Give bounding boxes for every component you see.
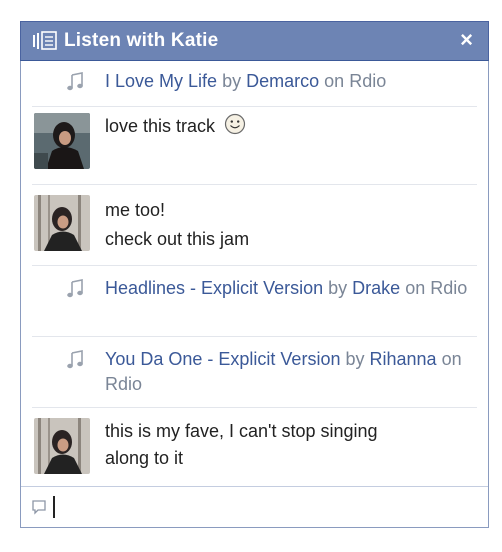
music-app-icon bbox=[32, 31, 58, 51]
message-text: me too! check out this jam bbox=[105, 185, 477, 254]
by-label: by bbox=[328, 278, 348, 298]
chat-composer[interactable] bbox=[21, 486, 488, 527]
message-text: this is my fave, I can't stop singing al… bbox=[105, 408, 477, 472]
avatar[interactable] bbox=[34, 113, 90, 169]
message-input[interactable] bbox=[55, 492, 488, 522]
message-text: love this track bbox=[105, 107, 477, 141]
song-link[interactable]: You Da One - Explicit Version bbox=[105, 349, 340, 369]
chat-window: Listen with Katie × I Love My Life by De… bbox=[20, 21, 489, 528]
message-line: check out this jam bbox=[105, 229, 250, 249]
track-text: Headlines - Explicit Version by Drake on… bbox=[105, 276, 477, 301]
song-link[interactable]: Headlines - Explicit Version bbox=[105, 278, 323, 298]
speech-bubble-icon bbox=[31, 499, 47, 515]
message-line: love this track bbox=[105, 116, 216, 136]
message-list[interactable]: I Love My Life by Demarco on Rdio love t… bbox=[21, 59, 488, 487]
chat-title: Listen with Katie bbox=[64, 30, 219, 51]
track-row: You Da One - Explicit Version by Rihanna… bbox=[32, 337, 477, 408]
on-label: on bbox=[324, 71, 345, 91]
by-label: by bbox=[222, 71, 242, 91]
chat-titlebar[interactable]: Listen with Katie × bbox=[20, 21, 489, 61]
music-note-icon bbox=[65, 72, 85, 92]
track-text: I Love My Life by Demarco on Rdio bbox=[105, 69, 477, 94]
artist-link[interactable]: Demarco bbox=[246, 71, 319, 91]
on-label: on bbox=[405, 278, 426, 298]
message-row: me too! check out this jam bbox=[32, 185, 477, 266]
message-row: love this track bbox=[32, 107, 477, 185]
message-line: this is my fave, I can't stop singing bbox=[105, 421, 378, 441]
music-note-icon bbox=[65, 350, 85, 370]
track-row: Headlines - Explicit Version by Drake on… bbox=[32, 266, 477, 337]
song-link[interactable]: I Love My Life bbox=[105, 71, 217, 91]
close-icon[interactable]: × bbox=[460, 28, 473, 52]
artist-link[interactable]: Drake bbox=[352, 278, 400, 298]
by-label: by bbox=[345, 349, 365, 369]
music-note-icon bbox=[65, 279, 85, 299]
on-label: on bbox=[441, 349, 462, 369]
message-row: this is my fave, I can't stop singing al… bbox=[32, 408, 477, 486]
track-text: You Da One - Explicit Version by Rihanna… bbox=[105, 347, 477, 397]
service-label[interactable]: Rdio bbox=[349, 71, 386, 91]
avatar[interactable] bbox=[34, 195, 90, 251]
avatar[interactable] bbox=[34, 418, 90, 474]
artist-link[interactable]: Rihanna bbox=[370, 349, 437, 369]
track-row: I Love My Life by Demarco on Rdio bbox=[32, 59, 477, 107]
service-label[interactable]: Rdio bbox=[430, 278, 467, 298]
service-label[interactable]: Rdio bbox=[105, 374, 142, 394]
smiley-icon bbox=[224, 113, 246, 135]
message-line: along to it bbox=[105, 448, 184, 468]
message-line: me too! bbox=[105, 200, 166, 220]
